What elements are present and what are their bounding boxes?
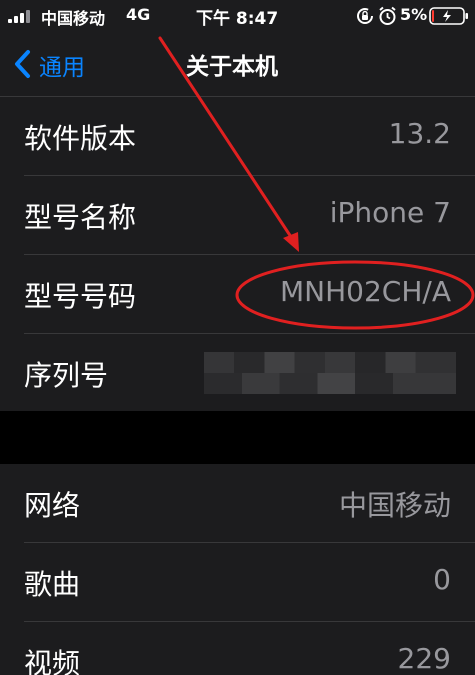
about-screen: 中国移动 4G 下午 8:47 5% 通用 关于本机 软件版本 13.2 型号名… xyxy=(0,0,475,675)
row-label: 序列号 xyxy=(24,359,109,392)
row-label: 型号名称 xyxy=(24,201,137,234)
battery-icon xyxy=(429,7,468,25)
lock-rotation-icon xyxy=(357,8,373,24)
navigation-bar: 通用 关于本机 xyxy=(0,32,475,97)
usage-group: 网络 中国移动 歌曲 0 视频 229 xyxy=(0,464,475,675)
row-value: 0 xyxy=(433,563,451,596)
device-info-group: 软件版本 13.2 型号名称 iPhone 7 型号号码 MNH02CH/A 序… xyxy=(0,97,475,411)
alarm-icon xyxy=(379,6,396,25)
blurred-serial-value xyxy=(204,352,456,394)
row-value: 中国移动 xyxy=(338,489,451,522)
status-bar: 中国移动 4G 下午 8:47 5% xyxy=(0,0,475,32)
chevron-left-icon xyxy=(15,50,30,78)
serial-number-row[interactable]: 序列号 xyxy=(0,334,475,413)
row-value: 13.2 xyxy=(388,117,451,150)
row-label: 型号号码 xyxy=(24,280,137,313)
row-value: iPhone 7 xyxy=(329,196,451,229)
signal-icon xyxy=(8,10,30,23)
row-label: 软件版本 xyxy=(24,122,137,155)
row-value: 229 xyxy=(397,642,451,675)
battery-percentage: 5% xyxy=(400,5,428,24)
model-name-row[interactable]: 型号名称 iPhone 7 xyxy=(0,176,475,255)
back-button[interactable]: 通用 xyxy=(8,46,108,81)
songs-row[interactable]: 歌曲 0 xyxy=(0,543,475,622)
section-gap xyxy=(0,411,475,464)
row-label: 网络 xyxy=(24,489,81,522)
status-time: 下午 8:47 xyxy=(196,9,279,29)
back-label: 通用 xyxy=(39,55,85,81)
network-type: 4G xyxy=(126,5,151,24)
model-number-row[interactable]: 型号号码 MNH02CH/A xyxy=(0,255,475,334)
videos-row[interactable]: 视频 229 xyxy=(0,622,475,675)
page-title: 关于本机 xyxy=(186,54,278,80)
software-version-row[interactable]: 软件版本 13.2 xyxy=(0,97,475,176)
row-label: 视频 xyxy=(24,647,81,675)
network-row[interactable]: 网络 中国移动 xyxy=(0,464,475,543)
row-value: MNH02CH/A xyxy=(280,275,451,308)
carrier-name: 中国移动 xyxy=(41,9,106,28)
row-label: 歌曲 xyxy=(24,568,81,601)
